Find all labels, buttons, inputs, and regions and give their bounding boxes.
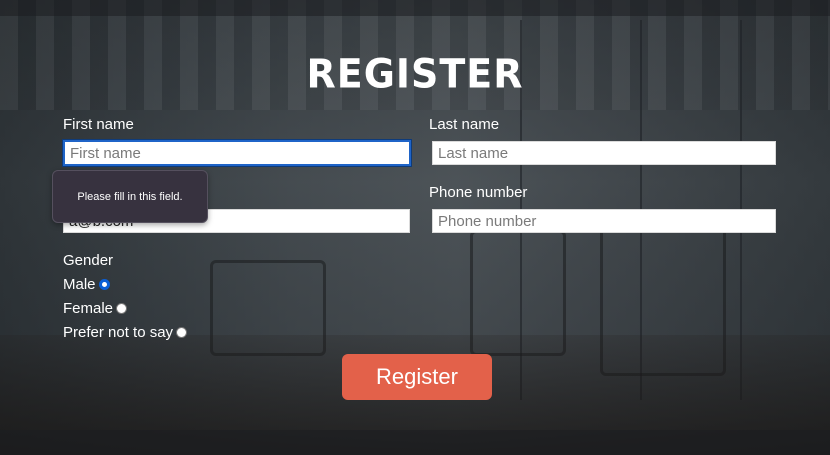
last-name-input[interactable]: [432, 141, 776, 165]
female-radio[interactable]: [116, 303, 128, 314]
page-title: REGISTER: [306, 50, 524, 98]
gender-label: Gender: [63, 252, 114, 269]
male-radio[interactable]: [98, 279, 110, 290]
gender-option-label: Male: [63, 276, 96, 293]
last-name-label: Last name: [429, 116, 500, 133]
first-name-input[interactable]: [63, 140, 411, 166]
bottom-bar: [0, 430, 830, 455]
gender-option-female[interactable]: Female: [63, 300, 128, 317]
gender-option-label: Prefer not to say: [63, 324, 174, 341]
phone-number-label: Phone number: [429, 184, 528, 201]
first-name-label: First name: [63, 116, 134, 133]
top-bar: [0, 0, 830, 16]
gender-option-label: Female: [63, 300, 114, 317]
phone-number-input[interactable]: [432, 209, 776, 233]
register-button[interactable]: Register: [342, 354, 492, 400]
gender-option-male[interactable]: Male: [63, 276, 110, 293]
prefer-not-to-say-radio[interactable]: [176, 327, 188, 338]
validation-tooltip: Please fill in this field.: [52, 170, 208, 223]
gender-option-prefer-not[interactable]: Prefer not to say: [63, 324, 188, 341]
